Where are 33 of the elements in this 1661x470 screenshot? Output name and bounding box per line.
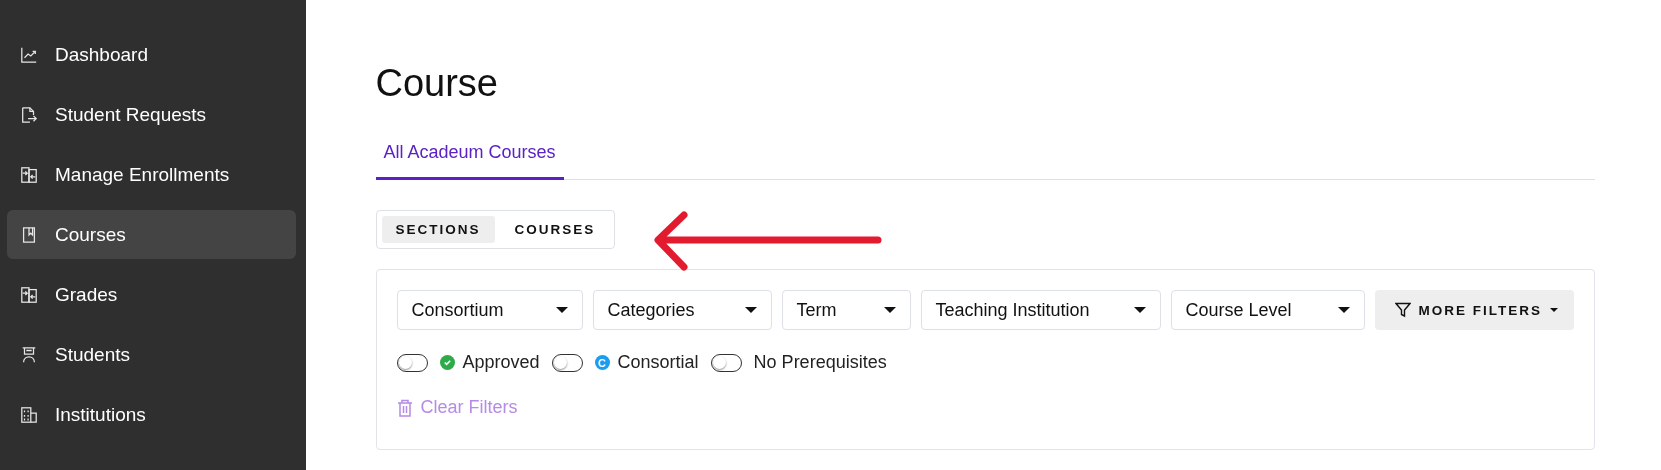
sidebar-item[interactable]: Courses bbox=[7, 210, 296, 259]
filter-dropdown[interactable]: Course Level bbox=[1170, 290, 1365, 330]
filter-dropdown[interactable]: Teaching Institution bbox=[920, 290, 1161, 330]
trash-icon bbox=[396, 398, 413, 417]
transfer-panels-icon bbox=[20, 165, 38, 184]
sidebar-item[interactable]: Institutions bbox=[7, 390, 296, 439]
toggle-label: No Prerequisites bbox=[753, 352, 887, 373]
bookmark-book-icon bbox=[20, 225, 38, 244]
building-icon bbox=[20, 405, 38, 424]
tab[interactable]: All Acadeum Courses bbox=[375, 142, 564, 180]
person-icon bbox=[20, 345, 38, 364]
more-filters-button[interactable]: MORE FILTERS bbox=[1374, 290, 1574, 330]
toggle-switch[interactable] bbox=[710, 353, 742, 372]
funnel-icon bbox=[1394, 302, 1411, 318]
letter-badge: C bbox=[594, 355, 610, 370]
sidebar-item[interactable]: Manage Enrollments bbox=[7, 150, 296, 199]
document-arrow-icon bbox=[20, 105, 38, 124]
view-toggle-button[interactable]: COURSES bbox=[500, 216, 610, 243]
filter-dropdown[interactable]: Term bbox=[781, 290, 911, 330]
toggle-label: Consortial bbox=[617, 352, 699, 373]
filter-dropdown[interactable]: Categories bbox=[592, 290, 772, 330]
view-toggle-button[interactable]: SECTIONS bbox=[381, 216, 495, 243]
sidebar-item[interactable]: Student Requests bbox=[7, 90, 296, 139]
line-chart-icon bbox=[20, 45, 38, 64]
sidebar-item[interactable]: Students bbox=[7, 330, 296, 379]
page-title: Course bbox=[375, 61, 499, 106]
sidebar-item[interactable]: Dashboard bbox=[7, 30, 296, 79]
transfer-panels-icon bbox=[20, 285, 38, 304]
toggle-switch[interactable] bbox=[551, 353, 583, 372]
filter-dropdown[interactable]: Consortium bbox=[396, 290, 583, 330]
toggle-switch[interactable] bbox=[396, 353, 428, 372]
sidebar-item[interactable]: Grades bbox=[7, 270, 296, 319]
toggle-label: Approved bbox=[462, 352, 540, 373]
